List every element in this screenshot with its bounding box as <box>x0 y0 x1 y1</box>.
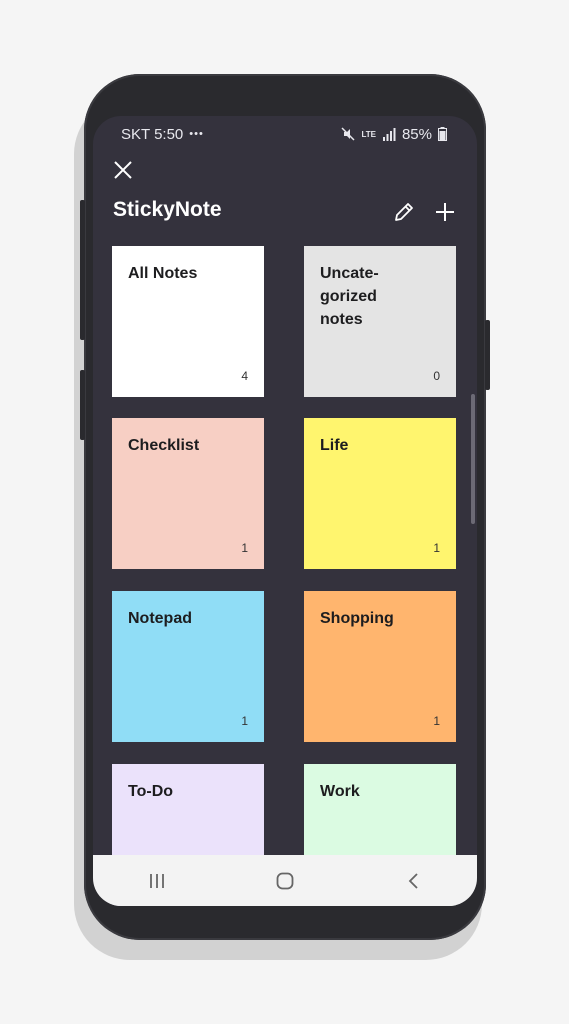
volume-button <box>80 200 85 340</box>
note-card-title: Uncate- gorized notes <box>320 265 379 328</box>
note-card-count: 1 <box>241 714 248 728</box>
mute-icon <box>341 127 355 141</box>
note-card-title: Shopping <box>320 610 394 627</box>
note-card-uncategorized[interactable]: Uncate- gorized notes 0 <box>304 246 456 397</box>
note-card-title: Work <box>320 783 360 800</box>
note-card-title: To-Do <box>128 783 174 800</box>
screen: SKT 5:50 ••• LTE 85% StickyNote All Note… <box>93 116 477 906</box>
recent-apps-icon <box>150 873 164 888</box>
overflow-dots: ••• <box>189 128 204 140</box>
note-card-count: 0 <box>433 369 440 383</box>
navigation-bar <box>93 855 477 906</box>
note-card-notepad[interactable]: Notepad 1 <box>112 591 264 742</box>
power-button <box>485 320 490 390</box>
note-card-life[interactable]: Life 1 <box>304 418 456 569</box>
close-button[interactable] <box>111 158 135 182</box>
add-button[interactable] <box>433 200 457 224</box>
network-type: LTE <box>361 129 376 139</box>
page-title: StickyNote <box>113 198 222 221</box>
scrollbar[interactable] <box>471 394 475 524</box>
home-button[interactable] <box>270 866 300 896</box>
home-icon <box>276 872 294 889</box>
battery-icon <box>438 127 447 141</box>
note-card-count: 4 <box>241 369 248 383</box>
bixby-button <box>80 370 85 440</box>
note-card-shopping[interactable]: Shopping 1 <box>304 591 456 742</box>
carrier-time: SKT 5:50 <box>121 125 184 143</box>
close-icon <box>114 161 132 179</box>
note-card-all-notes[interactable]: All Notes 4 <box>112 246 264 397</box>
note-card-title: Checklist <box>128 437 200 454</box>
signal-icon <box>382 127 396 141</box>
pencil-icon <box>395 203 413 221</box>
plus-icon <box>436 203 454 221</box>
note-card-title: Life <box>320 437 349 454</box>
note-card-count: 1 <box>433 714 440 728</box>
edit-button[interactable] <box>392 200 416 224</box>
back-button[interactable] <box>398 866 428 896</box>
note-card-title: Notepad <box>128 610 192 627</box>
recent-apps-button[interactable] <box>142 866 172 896</box>
note-card-checklist[interactable]: Checklist 1 <box>112 418 264 569</box>
note-card-count: 1 <box>433 541 440 555</box>
status-bar: SKT 5:50 ••• LTE 85% <box>121 122 447 146</box>
back-icon <box>408 872 418 889</box>
note-card-count: 1 <box>241 541 248 555</box>
battery-percent: 85% <box>401 125 432 143</box>
note-card-title: All Notes <box>128 265 198 282</box>
